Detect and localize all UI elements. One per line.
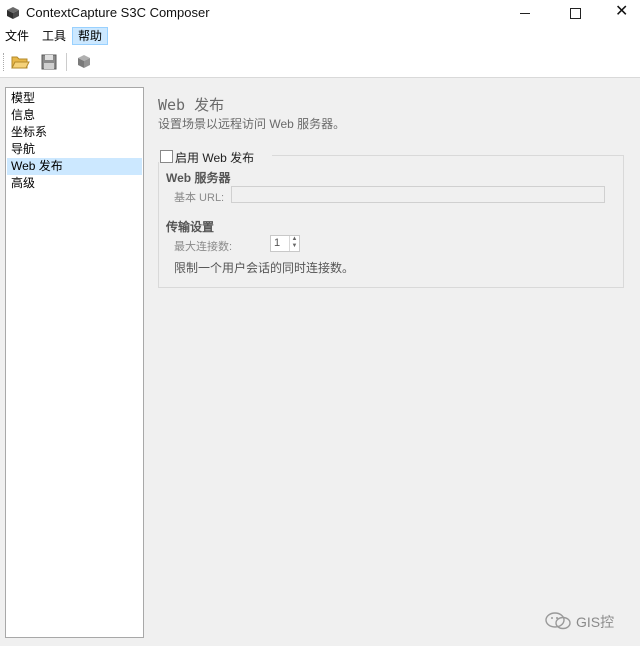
watermark-text: GIS控 [576, 614, 615, 630]
minimize-button[interactable] [502, 0, 548, 26]
app-cube-icon [6, 6, 20, 20]
window-title: ContextCapture S3C Composer [26, 5, 210, 20]
max-connections-label: 最大连接数: [174, 241, 233, 253]
sidebar-item-advanced[interactable]: 高级 [7, 175, 142, 192]
publish-button[interactable] [74, 52, 94, 72]
watermark: GIS控 [545, 610, 625, 632]
content-panel: Web 发布 设置场景以远程访问 Web 服务器。 启用 Web 发布 Web … [150, 78, 640, 646]
sidebar-item-coordinate-system[interactable]: 坐标系 [7, 124, 142, 141]
enable-web-publish-label[interactable]: 启用 Web 发布 [175, 149, 254, 166]
sidebar-item-model[interactable]: 模型 [7, 90, 142, 107]
close-icon: ✕ [615, 3, 629, 20]
spin-up-icon[interactable]: ▲ [290, 236, 299, 243]
sidebar: 模型 信息 坐标系 导航 Web 发布 高级 [5, 87, 144, 638]
publish-icon [78, 55, 90, 68]
sidebar-item-navigation[interactable]: 导航 [7, 141, 142, 158]
toolbar [0, 47, 640, 78]
menu-bar: 文件 工具 帮助 [0, 26, 640, 46]
maximize-button[interactable] [552, 0, 598, 26]
web-server-section-title: Web 服务器 [166, 171, 231, 185]
menu-help[interactable]: 帮助 [72, 27, 109, 45]
max-connections-value: 1 [274, 237, 281, 249]
spin-down-icon[interactable]: ▼ [290, 243, 299, 250]
menu-file[interactable]: 文件 [0, 27, 34, 45]
save-button[interactable] [39, 52, 59, 72]
minimize-icon [520, 13, 530, 14]
toolbar-grip[interactable] [3, 53, 6, 71]
maximize-icon [570, 8, 581, 19]
max-connections-hint: 限制一个用户会话的同时连接数。 [174, 261, 355, 275]
toolbar-separator [66, 53, 67, 71]
folder-open-icon [11, 56, 30, 69]
enable-web-publish-checkbox[interactable] [160, 150, 173, 163]
transfer-settings-section-title: 传输设置 [166, 220, 215, 234]
open-button[interactable] [10, 52, 30, 72]
close-button[interactable]: ✕ [598, 0, 640, 26]
page-title: Web 发布 [158, 96, 225, 114]
base-url-input[interactable] [231, 186, 605, 203]
spin-arrows[interactable]: ▲ ▼ [289, 236, 299, 251]
title-bar: ContextCapture S3C Composer ✕ [0, 0, 640, 26]
page-description: 设置场景以远程访问 Web 服务器。 [158, 117, 346, 131]
sidebar-item-web-publish[interactable]: Web 发布 [7, 158, 142, 175]
base-url-label: 基本 URL: [174, 192, 225, 204]
wechat-icon [545, 612, 571, 630]
max-connections-spinbox[interactable]: 1 ▲ ▼ [270, 235, 300, 252]
menu-tools[interactable]: 工具 [37, 27, 71, 45]
save-icon [41, 54, 57, 70]
main-area: 模型 信息 坐标系 导航 Web 发布 高级 Web 发布 设置场景以远程访问 … [0, 78, 640, 646]
sidebar-item-info[interactable]: 信息 [7, 107, 142, 124]
